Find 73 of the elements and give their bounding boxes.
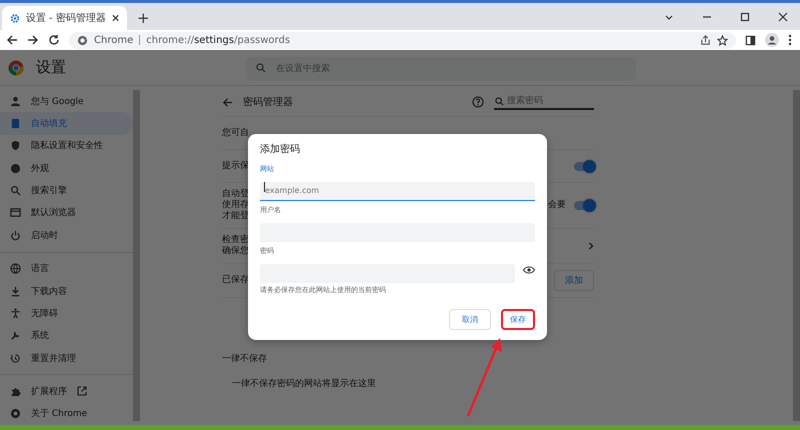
- page-title: 密码管理器: [243, 96, 293, 109]
- settings-title: 设置: [36, 58, 67, 77]
- globe-icon: [10, 263, 21, 274]
- sidebar-item[interactable]: 自动填充: [0, 112, 133, 135]
- document-icon: [10, 118, 21, 130]
- help-icon[interactable]: [472, 96, 484, 108]
- wrench-icon: [10, 330, 21, 342]
- close-icon[interactable]: [778, 12, 788, 22]
- sidebar-item[interactable]: 启动时: [0, 224, 133, 247]
- search-icon: [495, 96, 504, 106]
- setting-text: 确保您: [222, 246, 249, 257]
- eye-icon[interactable]: [523, 266, 535, 274]
- reload-icon[interactable]: [48, 34, 60, 46]
- star-icon[interactable]: [717, 34, 728, 46]
- power-icon: [10, 230, 21, 241]
- input-field[interactable]: example.com: [260, 182, 535, 200]
- search-icon: [10, 185, 21, 196]
- back-arrow-icon[interactable]: [6, 34, 18, 46]
- close-icon[interactable]: [112, 14, 119, 22]
- sidebar-item[interactable]: 隐私设置和安全性: [0, 134, 133, 158]
- sidebar-item[interactable]: 无障碍: [0, 302, 133, 325]
- cancel-button[interactable]: 取消: [449, 309, 491, 330]
- sidebar-item[interactable]: 重置并清理: [0, 346, 133, 370]
- toggle-switch[interactable]: [574, 162, 594, 170]
- password-search-field[interactable]: 搜索密码: [494, 94, 594, 108]
- sidebar-item[interactable]: 扩展程序: [0, 380, 133, 403]
- setting-text: 您可自: [222, 128, 249, 138]
- tab-title: 设置 - 密码管理器: [26, 12, 106, 25]
- address-bar[interactable]: Chrome chrome://settings/passwords: [69, 32, 736, 48]
- toggle-switch[interactable]: [574, 201, 594, 210]
- gear-icon: [10, 12, 20, 24]
- add-button[interactable]: 添加: [554, 270, 594, 291]
- dialog-title: 添加密码: [260, 142, 301, 156]
- accessibility-icon: [10, 308, 21, 319]
- setting-text: 提示保: [222, 160, 249, 172]
- new-tab-button[interactable]: +: [131, 6, 156, 30]
- sidebar-item[interactable]: 关于 Chrome: [0, 402, 133, 425]
- history-icon: [10, 352, 21, 364]
- setting-text: 检查密: [222, 235, 249, 246]
- profile-icon[interactable]: [765, 33, 779, 47]
- menu-icon[interactable]: [788, 34, 792, 46]
- settings-search-field[interactable]: 在设置中搜索: [246, 56, 636, 80]
- sidebar-item[interactable]: 语言: [0, 257, 133, 280]
- forward-arrow-icon[interactable]: [27, 34, 39, 46]
- side-panel-icon[interactable]: [745, 34, 756, 46]
- sidebar-item[interactable]: 默认浏览器: [0, 202, 133, 224]
- search-icon: [256, 62, 266, 72]
- puzzle-icon: [10, 386, 21, 397]
- browser-tab[interactable]: 设置 - 密码管理器: [2, 6, 127, 30]
- chevron-right-icon[interactable]: [588, 242, 594, 250]
- setting-text: 才能登: [222, 211, 249, 222]
- section-label: 已保存: [222, 275, 249, 286]
- empty-state-text: 一律不保存密码的网站将显示在这里: [231, 379, 377, 390]
- sidebar-item[interactable]: 下载内容: [0, 280, 133, 302]
- maximize-icon[interactable]: [740, 12, 750, 22]
- scrollbar[interactable]: [133, 90, 140, 421]
- sidebar-item[interactable]: 您与 Google: [0, 90, 133, 112]
- sidebar-item[interactable]: 系统: [0, 324, 133, 347]
- setting-text: 使用存: [222, 200, 249, 210]
- window-icon: [10, 207, 21, 218]
- sidebar-item[interactable]: 搜索引擎: [0, 179, 133, 202]
- shield-icon: [10, 140, 21, 152]
- setting-text: 会要: [548, 200, 566, 211]
- download-icon: [10, 286, 21, 297]
- scrollbar[interactable]: [793, 90, 800, 421]
- person-icon: [10, 96, 21, 107]
- setting-text: 自动登: [222, 189, 249, 200]
- share-icon[interactable]: [700, 34, 711, 46]
- sidebar-item[interactable]: 外观: [0, 157, 133, 180]
- save-button[interactable]: 保存: [501, 309, 535, 330]
- url-text: chrome://settings/passwords: [146, 34, 290, 46]
- site-label: Chrome: [94, 34, 134, 46]
- section-label: 一律不保存: [222, 354, 268, 365]
